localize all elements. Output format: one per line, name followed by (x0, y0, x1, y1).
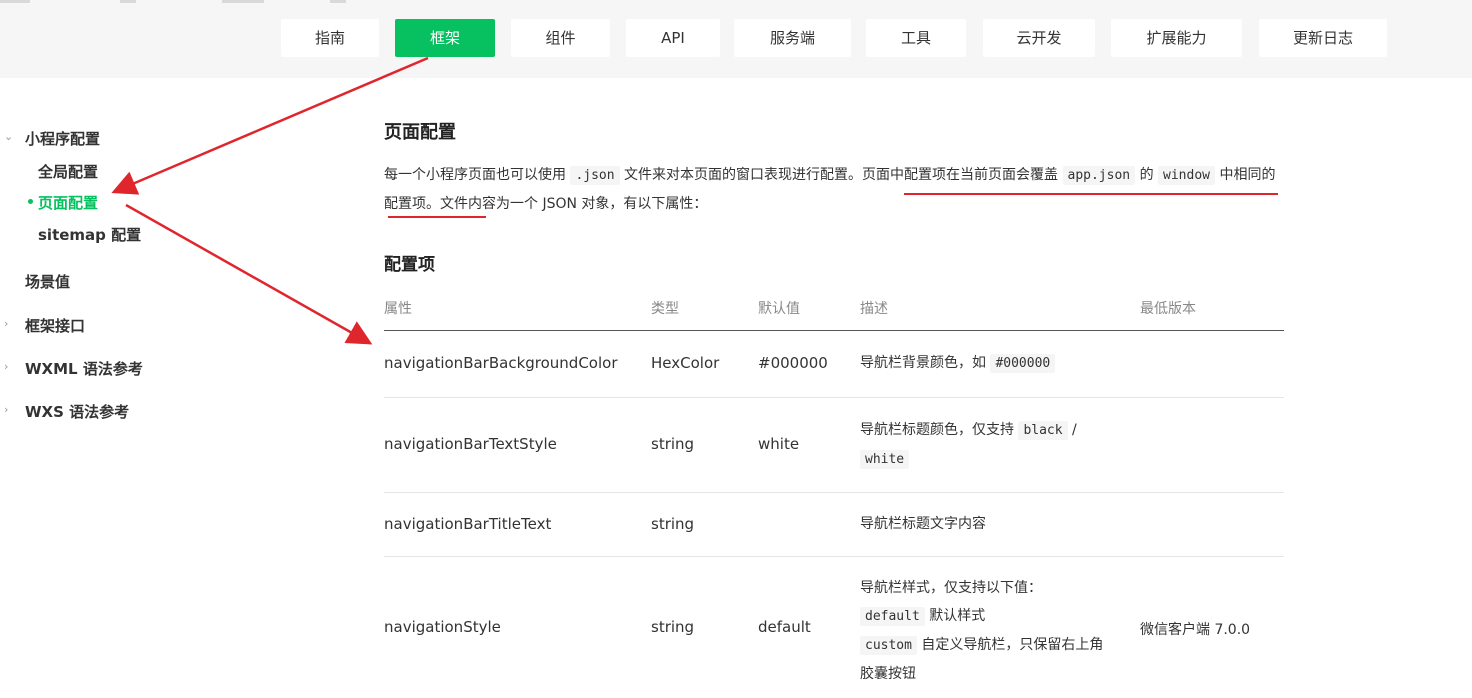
cell-default: #000000 (758, 354, 828, 372)
tab-tools[interactable]: 工具 (866, 19, 966, 57)
tab-strip-fragment (222, 0, 264, 3)
row-divider (384, 397, 1284, 398)
cell-description: 导航栏标题文字内容 (860, 516, 986, 532)
tab-strip-fragment (330, 0, 346, 3)
inline-code: black (1018, 421, 1068, 440)
sidebar-group-label: 场景值 (25, 273, 71, 291)
cell-description: 导航栏标题颜色，仅支持 black / white (860, 416, 1110, 474)
sidebar-group-label: WXS 语法参考 (25, 403, 130, 421)
tab-server[interactable]: 服务端 (734, 19, 851, 57)
annotation-underline (904, 193, 1278, 195)
cell-property: navigationBarTitleText (384, 515, 552, 533)
top-nav-bar: 指南 框架 组件 API 服务端 工具 云开发 扩展能力 更新日志 (0, 0, 1472, 78)
inline-code: custom (860, 636, 917, 655)
inline-code: default (860, 607, 925, 626)
intro-text: 每一个小程序页面也可以使用 (384, 167, 571, 183)
tab-strip-fragment (120, 0, 136, 3)
tab-changelog[interactable]: 更新日志 (1259, 19, 1387, 57)
cell-min-version: 微信客户端 7.0.0 (1140, 622, 1251, 638)
inline-code: white (860, 450, 910, 469)
inline-code: .json (570, 166, 620, 185)
intro-text: 文件来对本页面的窗口表现进行配置。页面中配置项在当前页面会覆盖 (619, 167, 1063, 183)
sidebar-group-label: WXML 语法参考 (25, 360, 143, 378)
cell-type: string (651, 618, 695, 636)
cell-description: 导航栏背景颜色，如 #000000 (860, 349, 1056, 378)
cell-default: white (758, 435, 800, 453)
active-dot-icon (28, 199, 33, 204)
cell-default: default (758, 618, 811, 636)
column-header-property: 属性 (384, 301, 412, 317)
column-header-description: 描述 (860, 301, 888, 317)
column-header-default: 默认值 (758, 301, 800, 317)
row-divider (384, 492, 1284, 493)
tab-api[interactable]: API (626, 19, 720, 57)
page-title: 页面配置 (384, 122, 456, 143)
intro-paragraph: 每一个小程序页面也可以使用 .json 文件来对本页面的窗口表现进行配置。页面中… (384, 161, 1284, 218)
chevron-down-icon: ⌄ (4, 130, 14, 143)
description-text: 导航栏标题颜色，仅支持 (860, 422, 1019, 438)
inline-code: window (1158, 166, 1215, 185)
inline-code: app.json (1062, 166, 1136, 185)
cell-type: string (651, 515, 695, 533)
sidebar-item-page-config[interactable]: 页面配置 (38, 192, 98, 213)
column-header-type: 类型 (651, 301, 679, 317)
description-text: 导航栏样式，仅支持以下值： (860, 580, 1042, 596)
inline-code: #000000 (990, 354, 1056, 373)
annotation-underline (388, 216, 486, 218)
description-text: 默认样式 (924, 608, 986, 624)
cell-type: string (651, 435, 695, 453)
tab-guide[interactable]: 指南 (281, 19, 379, 57)
tab-cloud-dev[interactable]: 云开发 (983, 19, 1095, 57)
chevron-right-icon: › (4, 360, 9, 373)
column-header-min-version: 最低版本 (1140, 301, 1196, 317)
cell-description: 导航栏样式，仅支持以下值： default 默认样式 custom 自定义导航栏，只… (860, 574, 1110, 688)
cell-property: navigationStyle (384, 618, 501, 636)
chevron-right-icon: › (4, 403, 9, 416)
row-divider (384, 556, 1284, 557)
table-header-divider (384, 330, 1284, 331)
sidebar-item-global-config[interactable]: 全局配置 (38, 161, 98, 182)
sidebar-group-label: 小程序配置 (25, 130, 101, 148)
sidebar-item-sitemap-config[interactable]: sitemap 配置 (38, 224, 141, 245)
cell-type: HexColor (651, 354, 720, 372)
description-text: / (1067, 422, 1077, 438)
tab-framework[interactable]: 框架 (395, 19, 495, 57)
tab-components[interactable]: 组件 (511, 19, 610, 57)
tab-strip-fragment (0, 0, 30, 3)
description-text: 导航栏背景颜色，如 (860, 355, 991, 371)
tab-extensions[interactable]: 扩展能力 (1111, 19, 1242, 57)
sidebar-group-label: 框架接口 (25, 317, 86, 335)
intro-text: 的 (1135, 167, 1159, 183)
cell-property: navigationBarTextStyle (384, 435, 557, 453)
chevron-right-icon: › (4, 317, 9, 330)
section-title: 配置项 (384, 255, 435, 275)
cell-property: navigationBarBackgroundColor (384, 354, 618, 372)
